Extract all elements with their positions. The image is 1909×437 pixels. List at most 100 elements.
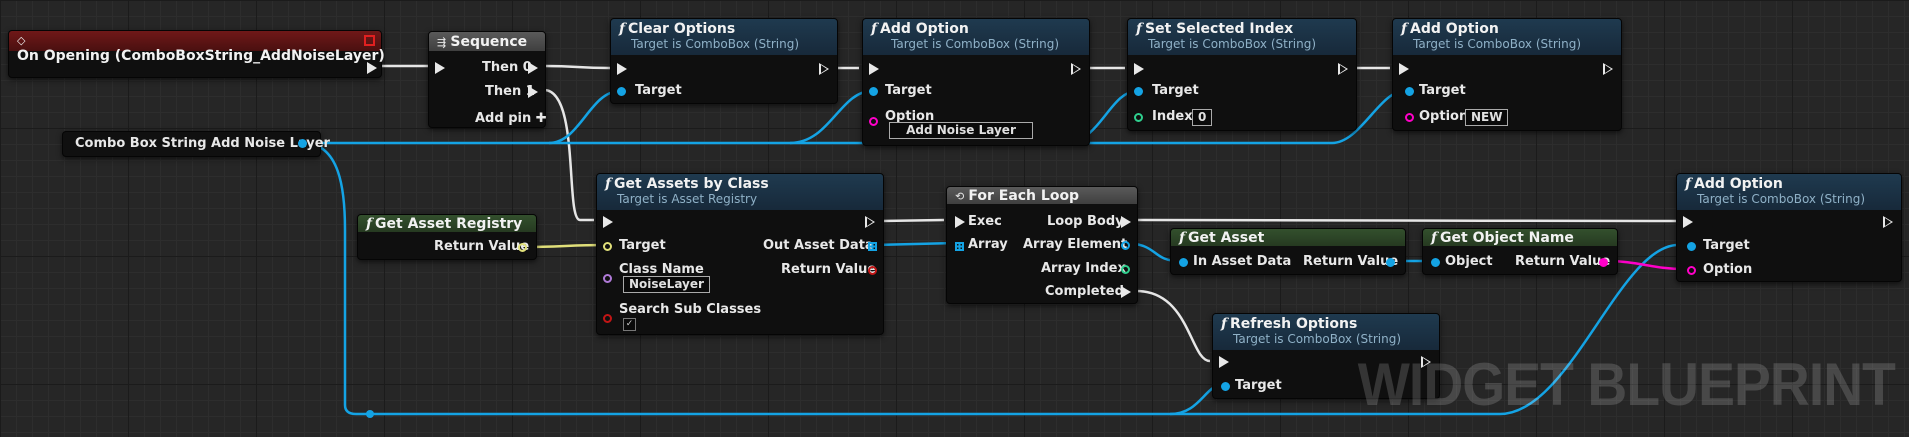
- return-value-pin[interactable]: [1386, 258, 1395, 267]
- function-icon: f: [1401, 21, 1408, 37]
- array-element-label: Array Element: [1023, 237, 1128, 252]
- function-icon: f: [1179, 230, 1186, 246]
- return-value-pin[interactable]: [518, 243, 527, 252]
- add-option-node-2[interactable]: f Add Option Target is ComboBox (String) …: [1392, 18, 1622, 131]
- exec-in-pin[interactable]: [435, 62, 445, 74]
- return-value-pin[interactable]: [1599, 258, 1608, 267]
- exec-in-pin[interactable]: [1134, 63, 1144, 75]
- target-pin[interactable]: [617, 87, 626, 96]
- sequence-node[interactable]: ⇶ Sequence Then 0 Then 1 Add pin ✚: [428, 31, 547, 128]
- in-asset-data-pin[interactable]: [1179, 258, 1188, 267]
- exec-in-pin[interactable]: [1219, 356, 1229, 368]
- exec-label: Exec: [968, 214, 1002, 229]
- node-header: ◇ On Opening (ComboBoxString_AddNoiseLay…: [9, 31, 385, 64]
- target-pin[interactable]: [1687, 242, 1696, 251]
- return-value-pin[interactable]: [868, 266, 877, 275]
- index-pin[interactable]: [1134, 113, 1143, 122]
- search-sub-classes-label: Search Sub Classes: [619, 302, 762, 317]
- node-header: f Set Selected Index Target is ComboBox (…: [1128, 19, 1356, 55]
- target-pin[interactable]: [1405, 87, 1414, 96]
- option-pin[interactable]: [1405, 113, 1414, 122]
- node-subtitle: Target is ComboBox (String): [891, 37, 1060, 51]
- exec-in-pin[interactable]: [603, 216, 613, 228]
- target-pin[interactable]: [603, 242, 612, 251]
- exec-out-pin[interactable]: [819, 63, 829, 75]
- array-pin-icon[interactable]: [955, 242, 964, 251]
- exec-wire: [1135, 289, 1211, 363]
- target-pin[interactable]: [869, 87, 878, 96]
- node-title: Refresh Options: [1230, 316, 1358, 332]
- option-pin[interactable]: [869, 117, 878, 126]
- option-pin[interactable]: [1687, 266, 1696, 275]
- get-object-name-node[interactable]: f Get Object Name Object Return Value: [1422, 228, 1618, 275]
- target-label: Target: [885, 83, 932, 98]
- class-name-input[interactable]: NoiseLayer: [623, 276, 710, 293]
- target-label: Target: [1235, 378, 1282, 393]
- node-title: Sequence: [450, 34, 528, 50]
- exec-wire: [879, 218, 945, 223]
- delegate-icon: [364, 35, 375, 46]
- exec-out-pin[interactable]: [1603, 63, 1613, 75]
- reroute-knot: [366, 410, 374, 418]
- out-asset-data-label: Out Asset Data: [763, 238, 874, 253]
- node-title: Add Option: [880, 21, 969, 37]
- array-element-pin[interactable]: [1121, 241, 1130, 250]
- node-subtitle: Target is ComboBox (String): [1697, 192, 1866, 206]
- for-each-loop-node[interactable]: ⟲ For Each Loop Exec Loop Body Array Arr…: [946, 186, 1138, 304]
- target-label: Target: [619, 238, 666, 253]
- then-0-pin[interactable]: [528, 62, 538, 74]
- node-title: Clear Options: [628, 21, 736, 37]
- array-pin-icon[interactable]: [868, 242, 877, 251]
- combo-box-variable-node[interactable]: Combo Box String Add Noise Layer: [62, 131, 330, 157]
- target-pin[interactable]: [1134, 87, 1143, 96]
- array-index-pin[interactable]: [1121, 265, 1130, 274]
- node-subtitle: Target is ComboBox (String): [1413, 37, 1582, 51]
- exec-out-pin[interactable]: [865, 216, 875, 228]
- completed-pin[interactable]: [1121, 286, 1131, 298]
- variable-out-pin[interactable]: [298, 139, 307, 148]
- class-name-label: Class Name: [619, 262, 704, 277]
- then-1-pin[interactable]: [528, 86, 538, 98]
- node-title: Add Option: [1694, 176, 1783, 192]
- option-input[interactable]: NEW: [1465, 109, 1509, 126]
- add-option-node-3[interactable]: f Add Option Target is ComboBox (String) …: [1676, 173, 1902, 282]
- node-subtitle: Target is ComboBox (String): [1233, 332, 1402, 346]
- set-selected-index-node[interactable]: f Set Selected Index Target is ComboBox (…: [1127, 18, 1357, 131]
- exec-in-pin[interactable]: [617, 63, 627, 75]
- search-sub-classes-checkbox[interactable]: ✓: [623, 318, 636, 331]
- object-pin[interactable]: [1431, 258, 1440, 267]
- exec-out-pin[interactable]: [1071, 63, 1081, 75]
- exec-out-pin[interactable]: [1338, 63, 1348, 75]
- get-asset-node[interactable]: f Get Asset In Asset Data Return Value: [1170, 228, 1406, 275]
- loop-body-label: Loop Body: [1047, 214, 1124, 229]
- exec-out-pin[interactable]: [367, 62, 377, 74]
- target-pin[interactable]: [1221, 382, 1230, 391]
- exec-out-pin[interactable]: [1883, 216, 1893, 228]
- clear-options-node[interactable]: f Clear Options Target is ComboBox (Strin…: [610, 18, 838, 104]
- loop-body-pin[interactable]: [1121, 216, 1131, 228]
- exec-in-pin[interactable]: [869, 63, 879, 75]
- exec-wire: [1135, 218, 1681, 223]
- node-header: f Add Option Target is ComboBox (String): [863, 19, 1089, 55]
- add-pin-button[interactable]: Add pin ✚: [475, 111, 547, 126]
- exec-in-pin[interactable]: [955, 216, 965, 228]
- get-assets-by-class-node[interactable]: f Get Assets by Class Target is Asset Reg…: [596, 173, 884, 335]
- index-input[interactable]: 0: [1192, 109, 1213, 126]
- get-asset-registry-node[interactable]: f Get Asset Registry Return Value: [357, 214, 537, 260]
- return-value-label: Return Value: [1303, 254, 1399, 269]
- target-label: Target: [635, 83, 682, 98]
- return-value-label: Return Value: [434, 239, 530, 254]
- object-label: Object: [1445, 254, 1493, 269]
- class-name-pin[interactable]: [603, 274, 612, 283]
- exec-in-pin[interactable]: [1683, 216, 1693, 228]
- on-opening-event-node[interactable]: ◇ On Opening (ComboBoxString_AddNoiseLay…: [8, 30, 385, 78]
- option-input[interactable]: Add Noise Layer: [889, 122, 1033, 139]
- add-option-node-1[interactable]: f Add Option Target is ComboBox (String) …: [862, 18, 1090, 146]
- node-header: f Clear Options Target is ComboBox (Strin…: [611, 19, 837, 55]
- exec-in-pin[interactable]: [1399, 63, 1409, 75]
- node-header: f Get Object Name: [1423, 229, 1617, 246]
- option-label: Option: [1703, 262, 1753, 277]
- plus-icon: ✚: [535, 111, 547, 126]
- search-sub-classes-pin[interactable]: [603, 314, 612, 323]
- function-icon: f: [605, 176, 612, 192]
